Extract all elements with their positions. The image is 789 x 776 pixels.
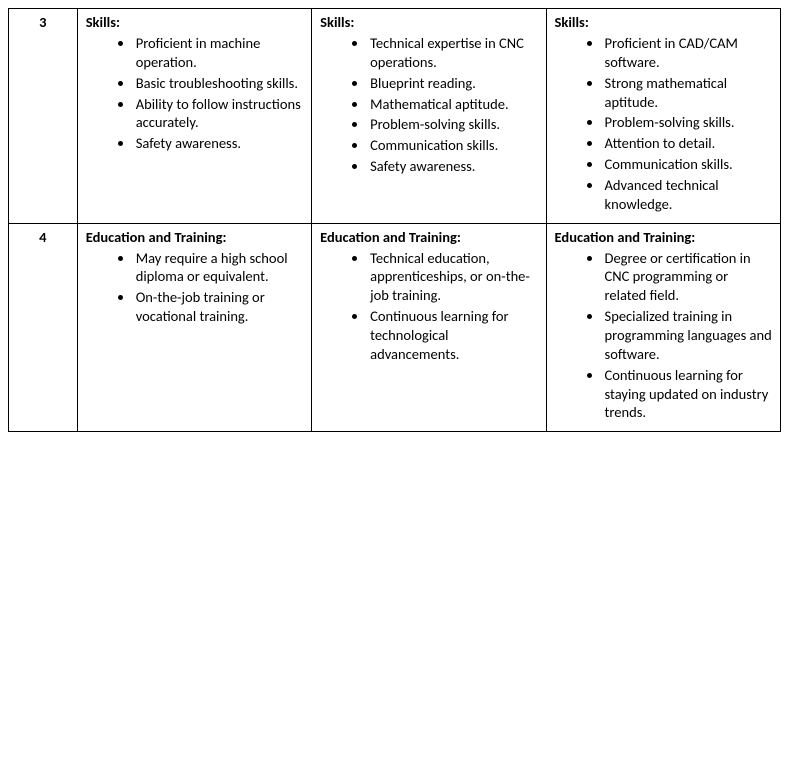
list-item: Basic troubleshooting skills.	[134, 73, 303, 94]
list-item: Technical education, apprenticeships, or…	[368, 248, 537, 307]
row-number: 4	[9, 223, 78, 432]
list-item: Proficient in CAD/CAM software.	[603, 33, 772, 73]
cell-heading: Education and Training:	[555, 228, 772, 246]
list-item: Problem-solving skills.	[603, 112, 772, 133]
cell-heading: Skills:	[320, 13, 537, 31]
list-item: Safety awareness.	[134, 133, 303, 154]
row-number: 3	[9, 9, 78, 224]
list-item: Communication skills.	[368, 135, 537, 156]
bullet-list: Proficient in CAD/CAM software. Strong m…	[555, 33, 772, 215]
list-item: Proficient in machine operation.	[134, 33, 303, 73]
table-row: 3 Skills: Proficient in machine operatio…	[9, 9, 781, 224]
comparison-table: 3 Skills: Proficient in machine operatio…	[8, 8, 781, 432]
list-item: Communication skills.	[603, 154, 772, 175]
list-item: Technical expertise in CNC operations.	[368, 33, 537, 73]
bullet-list: Degree or certification in CNC programmi…	[555, 248, 772, 424]
cell-heading: Education and Training:	[86, 228, 303, 246]
bullet-list: Proficient in machine operation. Basic t…	[86, 33, 303, 154]
list-item: Strong mathematical aptitude.	[603, 73, 772, 113]
list-item: Mathematical aptitude.	[368, 94, 537, 115]
cell-col-3: Education and Training: Degree or certif…	[546, 223, 780, 432]
cell-col-1: Skills: Proficient in machine operation.…	[77, 9, 311, 224]
bullet-list: May require a high school diploma or equ…	[86, 248, 303, 327]
list-item: Safety awareness.	[368, 156, 537, 177]
list-item: Attention to detail.	[603, 133, 772, 154]
list-item: On-the-job training or vocational traini…	[134, 287, 303, 327]
list-item: Ability to follow instructions accuratel…	[134, 94, 303, 134]
cell-heading: Skills:	[86, 13, 303, 31]
bullet-list: Technical education, apprenticeships, or…	[320, 248, 537, 365]
cell-col-2: Education and Training: Technical educat…	[312, 223, 546, 432]
list-item: May require a high school diploma or equ…	[134, 248, 303, 288]
list-item: Advanced technical knowledge.	[603, 175, 772, 215]
list-item: Degree or certification in CNC programmi…	[603, 248, 772, 307]
cell-heading: Skills:	[555, 13, 772, 31]
table-row: 4 Education and Training: May require a …	[9, 223, 781, 432]
list-item: Specialized training in programming lang…	[603, 306, 772, 365]
list-item: Problem-solving skills.	[368, 114, 537, 135]
list-item: Blueprint reading.	[368, 73, 537, 94]
list-item: Continuous learning for staying updated …	[603, 365, 772, 424]
bullet-list: Technical expertise in CNC operations. B…	[320, 33, 537, 177]
cell-col-3: Skills: Proficient in CAD/CAM software. …	[546, 9, 780, 224]
list-item: Continuous learning for technological ad…	[368, 306, 537, 365]
cell-col-1: Education and Training: May require a hi…	[77, 223, 311, 432]
cell-col-2: Skills: Technical expertise in CNC opera…	[312, 9, 546, 224]
cell-heading: Education and Training:	[320, 228, 537, 246]
